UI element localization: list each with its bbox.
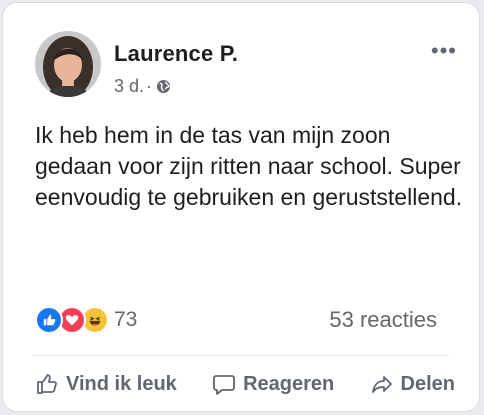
comments-count[interactable]: 53 reacties [329,307,437,333]
share-arrow-icon [371,376,392,393]
comment-button[interactable]: Reageren [212,372,334,396]
share-button[interactable]: Delen [370,372,455,396]
facebook-post: Laurence P. 3 d. · ••• Ik heb hem in de … [3,3,479,411]
comment-button-label: Reageren [243,372,335,395]
action-bar: Vind ik leuk Reageren Delen [35,372,455,396]
like-button[interactable]: Vind ik leuk [35,372,177,396]
post-meta: 3 d. · [114,76,171,97]
like-button-label: Vind ik leuk [66,372,177,395]
reactions-bar[interactable]: 73 [35,306,137,334]
post-text: Ik heb hem in de tas van mijn zoon gedaa… [35,122,463,210]
meta-separator: · [146,76,153,96]
globe-icon [156,79,171,94]
like-reaction-icon [35,306,63,334]
avatar[interactable] [35,31,101,97]
comment-bubble-icon [213,375,235,395]
share-button-label: Delen [400,372,455,395]
reaction-count: 73 [114,308,138,331]
divider [33,355,449,356]
thumbs-up-icon [37,374,57,394]
more-options-icon[interactable]: ••• [431,40,457,62]
post-time[interactable]: 3 d. [114,76,144,97]
author-name[interactable]: Laurence P. [114,41,238,67]
